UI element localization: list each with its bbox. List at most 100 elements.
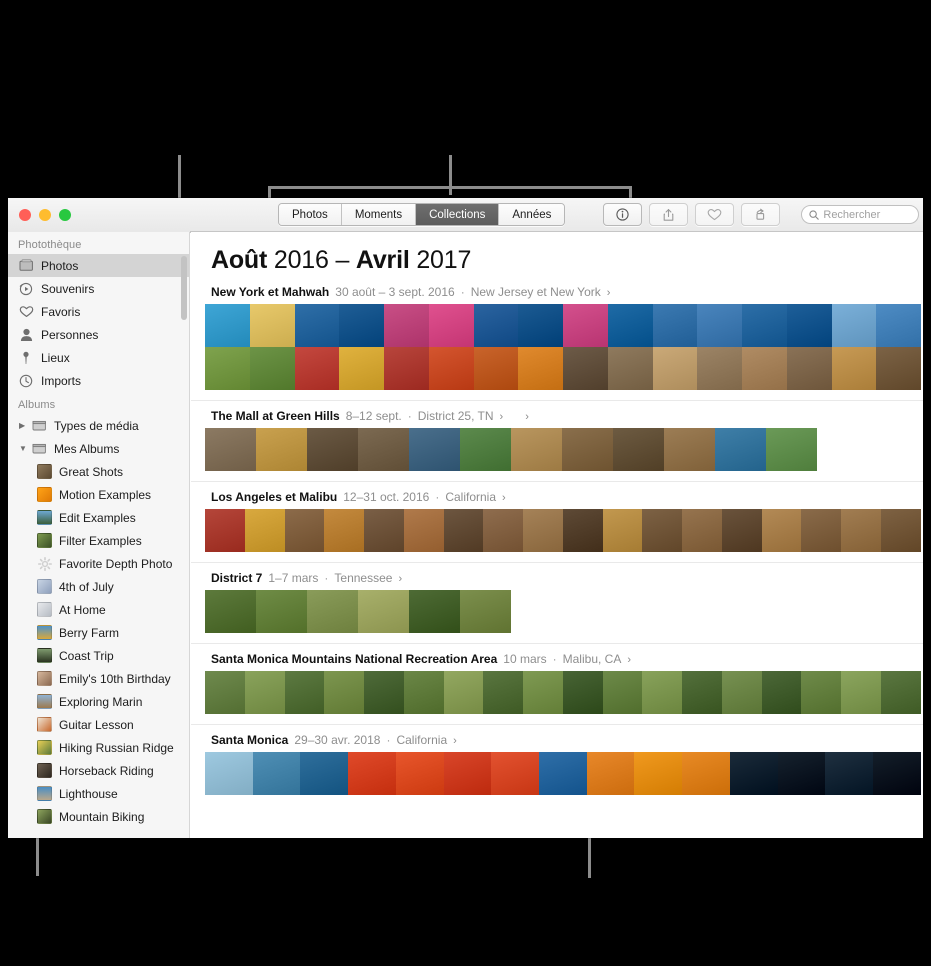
photo-thumbnail[interactable] [256, 428, 307, 471]
photo-strip[interactable] [191, 752, 923, 805]
photo-thumbnail[interactable] [443, 671, 484, 714]
chevron-right-icon[interactable]: › [500, 411, 504, 423]
chevron-right-icon[interactable]: ▶ [19, 421, 29, 430]
photo-thumbnail[interactable] [742, 304, 787, 347]
sidebar-item-favoris[interactable]: Favoris [8, 300, 189, 323]
photo-thumbnail[interactable] [523, 509, 563, 552]
photo-thumbnail[interactable] [205, 347, 250, 390]
photo-thumbnail[interactable] [244, 671, 285, 714]
sidebar-item-souvenirs[interactable]: Souvenirs [8, 277, 189, 300]
photo-thumbnail[interactable] [786, 304, 832, 347]
sidebar-item-emilys-10th-birthday[interactable]: Emily's 10th Birthday [8, 667, 189, 690]
sidebar-item-guitar-lesson[interactable]: Guitar Lesson [8, 713, 189, 736]
content-scrollbar[interactable] [914, 232, 923, 838]
tab-moments[interactable]: Moments [341, 204, 417, 225]
collections-content[interactable]: Août 2016 – Avril 2017 New York et Mahwa… [191, 232, 923, 838]
moment-header[interactable]: District 7 1–7 mars · Tennessee › [191, 563, 923, 590]
photo-thumbnail[interactable] [364, 509, 404, 552]
sidebar-item-mes-albums[interactable]: ▼ Mes Albums [8, 437, 189, 460]
photo-thumbnail[interactable] [563, 347, 608, 390]
photo-thumbnail[interactable] [602, 509, 643, 552]
zoom-button[interactable] [59, 209, 71, 221]
chevron-down-icon[interactable]: ▼ [19, 444, 29, 453]
photo-thumbnail[interactable] [409, 590, 460, 633]
sidebar-item-hiking-russian-ridge[interactable]: Hiking Russian Ridge [8, 736, 189, 759]
tab-photos[interactable]: Photos [279, 204, 342, 225]
photo-thumbnail[interactable] [324, 509, 365, 552]
info-button[interactable] [603, 203, 643, 226]
photo-thumbnail[interactable] [443, 509, 484, 552]
photo-thumbnail[interactable] [634, 752, 683, 795]
photo-thumbnail[interactable] [786, 347, 832, 390]
photo-thumbnail[interactable] [409, 428, 460, 471]
photo-thumbnail[interactable] [721, 671, 762, 714]
moment-header[interactable]: Santa Monica Mountains National Recreati… [191, 644, 923, 671]
photo-thumbnail[interactable] [607, 347, 653, 390]
moment-header[interactable]: Santa Monica 29–30 avr. 2018 · California › [191, 725, 923, 752]
photo-thumbnail[interactable] [729, 752, 778, 795]
photo-thumbnail[interactable] [205, 671, 245, 714]
photo-thumbnail[interactable] [294, 304, 340, 347]
photo-thumbnail[interactable] [518, 347, 563, 390]
photo-thumbnail[interactable] [607, 304, 653, 347]
photo-thumbnail[interactable] [563, 304, 608, 347]
chevron-right-icon[interactable]: › [502, 492, 506, 504]
sidebar-item-filter-examples[interactable]: Filter Examples [8, 529, 189, 552]
minimize-button[interactable] [39, 209, 51, 221]
photo-thumbnail[interactable] [294, 347, 340, 390]
photo-thumbnail[interactable] [841, 509, 882, 552]
sidebar-item-favorite-depth-photo[interactable]: Favorite Depth Photo [8, 552, 189, 575]
photo-thumbnail[interactable] [742, 347, 787, 390]
sidebar-item-great-shots[interactable]: Great Shots [8, 460, 189, 483]
photo-thumbnail[interactable] [682, 752, 730, 795]
sidebar-item-personnes[interactable]: Personnes [8, 323, 189, 346]
moment-header[interactable]: New York et Mahwah 30 août – 3 sept. 2016… [191, 277, 923, 304]
photo-thumbnail[interactable] [602, 671, 643, 714]
sidebar-item-coast-trip[interactable]: Coast Trip [8, 644, 189, 667]
photo-thumbnail[interactable] [284, 509, 325, 552]
favorite-button[interactable] [695, 203, 735, 226]
photo-thumbnail[interactable] [205, 752, 253, 795]
sidebar-item-types-de-media[interactable]: ▶ Types de média [8, 414, 189, 437]
photo-thumbnail[interactable] [384, 347, 429, 390]
sidebar-item-lieux[interactable]: Lieux [8, 346, 189, 369]
photo-thumbnail[interactable] [483, 509, 524, 552]
photo-thumbnail[interactable] [642, 671, 683, 714]
photo-thumbnail[interactable] [403, 671, 444, 714]
photo-strip[interactable] [191, 428, 923, 481]
sidebar[interactable]: Photothèque Photos Souvenirs Favoris Per… [8, 232, 190, 838]
sidebar-item-mountain-biking[interactable]: Mountain Biking [8, 805, 189, 828]
tab-annees[interactable]: Années [499, 204, 565, 225]
rotate-button[interactable] [741, 203, 781, 226]
photo-thumbnail[interactable] [682, 509, 722, 552]
photo-strip[interactable] [191, 590, 923, 643]
photo-thumbnail[interactable] [697, 347, 742, 390]
photo-thumbnail[interactable] [652, 304, 698, 347]
sidebar-item-imports[interactable]: Imports [8, 369, 189, 392]
photo-strip[interactable] [191, 509, 923, 562]
tab-collections[interactable]: Collections [416, 204, 500, 225]
photo-thumbnail[interactable] [562, 428, 613, 471]
sidebar-item-berry-farm[interactable]: Berry Farm [8, 621, 189, 644]
sidebar-item-at-home[interactable]: At Home [8, 598, 189, 621]
photo-thumbnail[interactable] [801, 671, 842, 714]
photo-thumbnail[interactable] [428, 347, 474, 390]
moment-header[interactable]: The Mall at Green Hills 8–12 sept. · Distri… [191, 401, 923, 428]
photo-thumbnail[interactable] [460, 590, 511, 633]
photo-thumbnail[interactable] [642, 509, 683, 552]
photo-thumbnail[interactable] [358, 590, 409, 633]
photo-thumbnail[interactable] [395, 752, 444, 795]
photo-thumbnail[interactable] [539, 752, 587, 795]
photo-thumbnail[interactable] [473, 304, 519, 347]
photo-thumbnail[interactable] [249, 347, 295, 390]
photo-thumbnail[interactable] [721, 509, 762, 552]
photo-thumbnail[interactable] [205, 304, 250, 347]
photo-thumbnail[interactable] [562, 671, 603, 714]
photo-thumbnail[interactable] [473, 347, 519, 390]
photo-thumbnail[interactable] [205, 428, 256, 471]
photo-thumbnail[interactable] [562, 509, 603, 552]
photo-thumbnail[interactable] [324, 671, 365, 714]
photo-thumbnail[interactable] [761, 671, 802, 714]
photo-thumbnail[interactable] [825, 752, 874, 795]
photo-thumbnail[interactable] [697, 304, 742, 347]
